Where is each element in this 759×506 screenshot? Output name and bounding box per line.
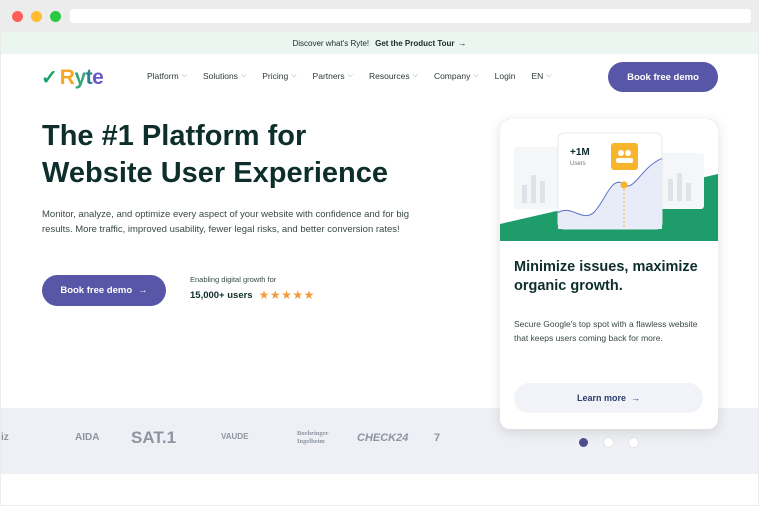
nav-item-partners[interactable]: Partners ⌵ (313, 71, 353, 81)
nav-item-label: Platform (147, 71, 179, 81)
nav-item-label: Pricing (262, 71, 289, 81)
nav-item-resources[interactable]: Resources ⌵ (369, 71, 418, 81)
web-page: Discover what's Ryte! Get the Product To… (1, 32, 758, 505)
nav-item-solutions[interactable]: Solutions ⌵ (203, 71, 246, 81)
maximize-window-button[interactable] (50, 11, 61, 22)
checkmark-logo-icon: ✓ (41, 67, 58, 89)
nav-menu: Platform ⌵ Solutions ⌵ Pricing ⌵ Partners ⌵ Reso… (147, 71, 568, 81)
chevron-down-icon: ⌵ (546, 72, 552, 79)
browser-window: Discover what's Ryte! Get the Product To… (0, 0, 759, 506)
chevron-down-icon: ⌵ (240, 72, 247, 79)
carousel-dot-2[interactable] (604, 438, 613, 447)
nav-item-login[interactable]: Login (495, 71, 516, 81)
stat-value: +1M (570, 147, 590, 158)
card-illustration: +1M Users (500, 119, 718, 241)
nav-item-label: EN (531, 71, 544, 81)
carousel-dot-3[interactable] (629, 438, 638, 447)
arrow-right-icon: → (138, 285, 148, 296)
arrow-right-icon: → (631, 393, 641, 403)
brand-logo: iz (1, 432, 9, 443)
main-navigation: ✓ Ryte Platform ⌵ Solutions ⌵ Pricing ⌵ Partne… (1, 54, 758, 100)
nav-item-en[interactable]: EN ⌵ (531, 71, 551, 81)
browser-chrome (0, 0, 759, 32)
nav-item-label: Login (494, 71, 516, 81)
chevron-down-icon: ⌵ (291, 72, 297, 79)
nav-item-platform[interactable]: Platform ⌵ (147, 71, 187, 81)
announcement-text: Discover what's Ryte! (292, 38, 370, 48)
arrow-right-icon: → (457, 38, 467, 48)
nav-item-label: Company (433, 71, 471, 81)
feature-card: +1M Users Minimize issues, maximize orga… (500, 119, 718, 429)
chevron-down-icon: ⌵ (347, 72, 353, 79)
chevron-down-icon: ⌵ (473, 72, 479, 79)
chevron-down-icon: ⌵ (181, 72, 187, 79)
nav-item-company[interactable]: Company ⌵ (434, 71, 479, 81)
card-title: Minimize issues, maximize organic growth… (514, 259, 698, 294)
user-count: 15,000+ users (190, 289, 253, 301)
announcement-bar: Discover what's Ryte! Get the Product To… (1, 32, 758, 54)
brand-logo: VAUDE (221, 432, 249, 441)
chevron-down-icon: ⌵ (412, 72, 418, 79)
nav-item-label: Resources (368, 71, 410, 81)
hero-description: Monitor, analyze, and optimize every asp… (42, 209, 410, 235)
learn-more-label: Learn more (576, 393, 627, 403)
product-tour-link[interactable]: Get the Product Tour (375, 39, 454, 48)
logo-wordmark: Ryte (59, 65, 104, 89)
growth-chart-illustration: +1M Users (500, 119, 718, 241)
address-bar[interactable] (70, 9, 751, 23)
learn-more-button[interactable]: Learn more → (514, 383, 703, 413)
stat-label: Users (570, 161, 586, 167)
star-rating-icon: ★★★★★ (258, 288, 315, 302)
book-demo-nav-button[interactable]: Book free demo (608, 62, 718, 92)
hero-title: The #1 Platform for Website User Experie… (42, 120, 389, 189)
brand-logo: SAT.1 (131, 428, 177, 447)
brand-logo: 7 (434, 432, 441, 444)
close-window-button[interactable] (12, 11, 23, 22)
ryte-logo[interactable]: ✓ Ryte (41, 65, 104, 90)
nav-item-pricing[interactable]: Pricing ⌵ (262, 71, 296, 81)
minimize-window-button[interactable] (31, 11, 42, 22)
nav-item-label: Partners (312, 71, 345, 81)
book-demo-hero-button[interactable]: Book free demo → (42, 275, 166, 306)
carousel-dots (579, 438, 654, 447)
brand-logo: AIDA (75, 432, 100, 443)
growth-text: Enabling digital growth for (190, 275, 277, 284)
nav-item-label: Solutions (202, 71, 238, 81)
carousel-dot-1[interactable] (579, 438, 588, 447)
brand-logo: CHECK24 (357, 432, 409, 444)
brand-logo: Boehringer Ingelheim (297, 430, 329, 445)
social-proof: Enabling digital growth for 15,000+ user… (190, 275, 315, 302)
card-text: Secure Google's top spot with a flawless… (514, 319, 698, 343)
book-demo-label: Book free demo (60, 285, 133, 296)
